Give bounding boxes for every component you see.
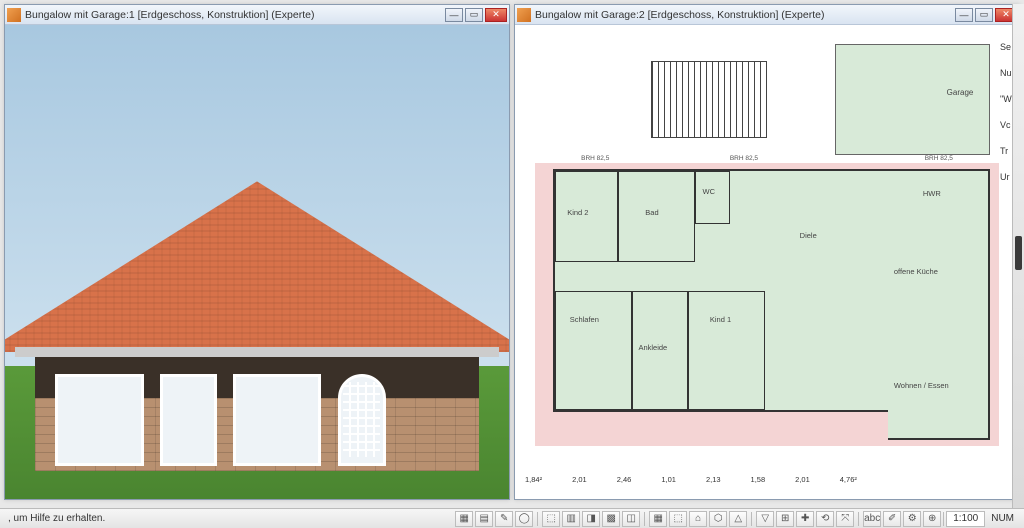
dim-brh: BRH 82,5 (581, 155, 609, 162)
titlebar-right[interactable]: Bungalow mit Garage:2 [Erdgeschoss, Kons… (515, 5, 1019, 25)
tool-button[interactable]: ⌂ (689, 511, 707, 527)
tool-button[interactable]: ⬚ (669, 511, 687, 527)
window-large-2 (233, 374, 322, 465)
label-kueche: offene Küche (894, 267, 938, 276)
side-tab[interactable]: "W (1000, 94, 1010, 104)
house-wall (35, 357, 479, 471)
main-floor: Kind 2 Bad WC Diele Schlafen Ankleide Ki… (553, 169, 906, 412)
room-bad: Bad (618, 171, 695, 262)
room-schlafen: Schlafen (555, 291, 632, 410)
plan-hatching: BRH 82,5 BRH 82,5 BRH 82,5 Kind 2 Bad WC… (535, 163, 1000, 446)
tool-button[interactable]: ▤ (475, 511, 493, 527)
scale-display[interactable]: 1:100 (946, 511, 985, 527)
room-garage: Garage (835, 44, 990, 155)
close-button[interactable]: ✕ (485, 8, 507, 22)
room-wc: WC (695, 171, 730, 224)
side-tab[interactable]: Nu (1000, 68, 1010, 78)
label-wohnen: Wohnen / Essen (894, 381, 949, 390)
tool-button[interactable]: ◯ (515, 511, 533, 527)
window-floorplan: Bungalow mit Garage:2 [Erdgeschoss, Kons… (514, 4, 1020, 500)
minimize-button[interactable]: — (955, 8, 973, 22)
tool-button[interactable]: ✐ (883, 511, 901, 527)
dim-brh: BRH 82,5 (925, 155, 953, 162)
room-ankleide: Ankleide (632, 291, 688, 410)
viewport-plan[interactable]: Garage BRH 82,5 BRH 82,5 BRH 82,5 Kind 2… (515, 25, 1019, 499)
side-tab[interactable]: Vc (1000, 120, 1010, 130)
tool-button[interactable]: ⊞ (776, 511, 794, 527)
tool-button[interactable]: △ (729, 511, 747, 527)
tool-button[interactable]: ▩ (602, 511, 620, 527)
tool-button[interactable]: ⬚ (542, 511, 560, 527)
living-wing: HWR offene Küche Wohnen / Essen (888, 169, 990, 440)
tool-button[interactable]: ▦ (455, 511, 473, 527)
tool-button[interactable]: ⚙ (903, 511, 921, 527)
maximize-button[interactable]: ▭ (465, 8, 483, 22)
side-panel-collapsed[interactable] (1012, 4, 1024, 508)
room-diele: Diele (730, 224, 905, 262)
numlock-indicator: NUM (985, 513, 1020, 524)
side-tab[interactable]: Se (1000, 42, 1010, 52)
patio-grille (651, 61, 767, 138)
window-title-right: Bungalow mit Garage:2 [Erdgeschoss, Kons… (535, 9, 955, 21)
tool-button[interactable]: ✎ (495, 511, 513, 527)
window-3d-view: Bungalow mit Garage:1 [Erdgeschoss, Kons… (4, 4, 510, 500)
tool-button[interactable]: ⟲ (816, 511, 834, 527)
room-kind1: Kind 1 (688, 291, 765, 410)
dimension-strip: 1,84² 2,01 2,46 1,01 2,13 1,58 2,01 4,76… (525, 467, 1009, 491)
minimize-button[interactable]: — (445, 8, 463, 22)
window-small (160, 374, 216, 465)
tool-button[interactable]: ▽ (756, 511, 774, 527)
side-panel-tabs: Se Nu "W Vc Tr Ur (1000, 42, 1010, 182)
window-large-1 (55, 374, 144, 465)
viewport-3d[interactable] (5, 25, 509, 499)
room-hwr: HWR (888, 171, 988, 230)
tool-button[interactable]: ⬡ (709, 511, 727, 527)
tool-button[interactable]: ⤧ (836, 511, 854, 527)
window-title-left: Bungalow mit Garage:1 [Erdgeschoss, Kons… (25, 9, 445, 21)
workspace: Bungalow mit Garage:1 [Erdgeschoss, Kons… (0, 0, 1024, 504)
tool-button[interactable]: ◫ (622, 511, 640, 527)
maximize-button[interactable]: ▭ (975, 8, 993, 22)
panel-grip-icon[interactable] (1015, 236, 1022, 270)
app-icon (7, 8, 21, 22)
dim-brh: BRH 82,5 (730, 155, 758, 162)
room-kind2: Kind 2 (555, 171, 618, 262)
toolbar-bottom: ▦▤✎◯⬚▥◨▩◫▦⬚⌂⬡△▽⊞✚⟲⤧abc✐⚙⊕ (455, 511, 941, 527)
tool-button[interactable]: ▥ (562, 511, 580, 527)
tool-button[interactable]: ◨ (582, 511, 600, 527)
label-garage: Garage (947, 88, 974, 97)
tool-button[interactable]: ⊕ (923, 511, 941, 527)
status-bar: , um Hilfe zu erhalten. ▦▤✎◯⬚▥◨▩◫▦⬚⌂⬡△▽⊞… (0, 508, 1024, 528)
roof-eave (15, 347, 499, 356)
side-tab[interactable]: Ur (1000, 172, 1010, 182)
titlebar-left[interactable]: Bungalow mit Garage:1 [Erdgeschoss, Kons… (5, 5, 509, 25)
status-hint: , um Hilfe zu erhalten. (4, 513, 105, 524)
side-tab[interactable]: Tr (1000, 146, 1010, 156)
tool-button[interactable]: ▦ (649, 511, 667, 527)
window-arched (338, 374, 386, 465)
app-icon (517, 8, 531, 22)
tool-button[interactable]: ✚ (796, 511, 814, 527)
tool-button[interactable]: abc (863, 511, 881, 527)
